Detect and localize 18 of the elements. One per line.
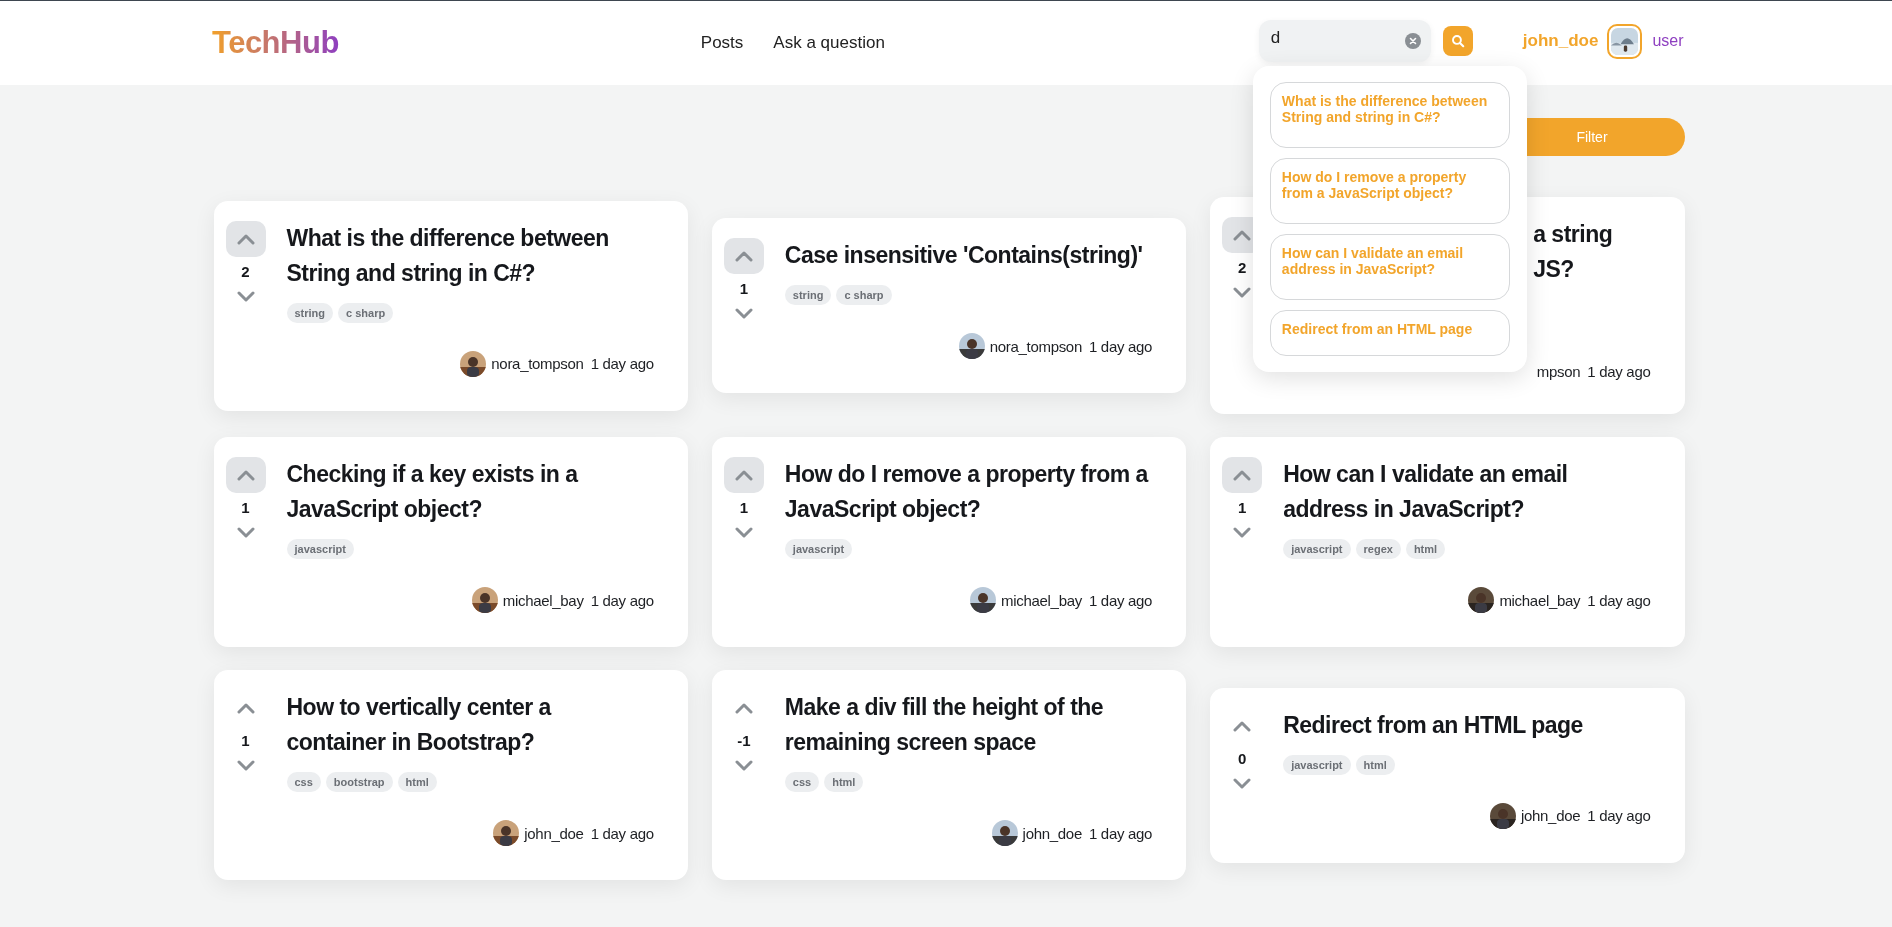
vote-count: 0 xyxy=(1238,749,1247,767)
post-time: 1 day ago xyxy=(1088,591,1153,609)
post-time: 1 day ago xyxy=(1587,591,1651,609)
post-time: 1 day ago xyxy=(1587,807,1651,824)
vote-count: 2 xyxy=(1238,259,1247,276)
post-time: 1 day ago xyxy=(1587,363,1651,380)
vote-count: 1 xyxy=(241,732,250,749)
vote-count: 1 xyxy=(1238,499,1247,516)
post-time: 1 day ago xyxy=(1088,824,1153,842)
vote-count: 1 xyxy=(739,499,748,516)
vote-count: 1 xyxy=(241,499,250,516)
post-time: 1 day ago xyxy=(590,824,654,842)
post-time: 1 day ago xyxy=(590,355,654,372)
post-time: 1 day ago xyxy=(590,591,654,609)
vote-count: 1 xyxy=(739,280,748,297)
vote-count: -1 xyxy=(737,732,751,749)
post-time: 1 day ago xyxy=(1088,337,1153,355)
vote-count: 2 xyxy=(241,262,250,280)
